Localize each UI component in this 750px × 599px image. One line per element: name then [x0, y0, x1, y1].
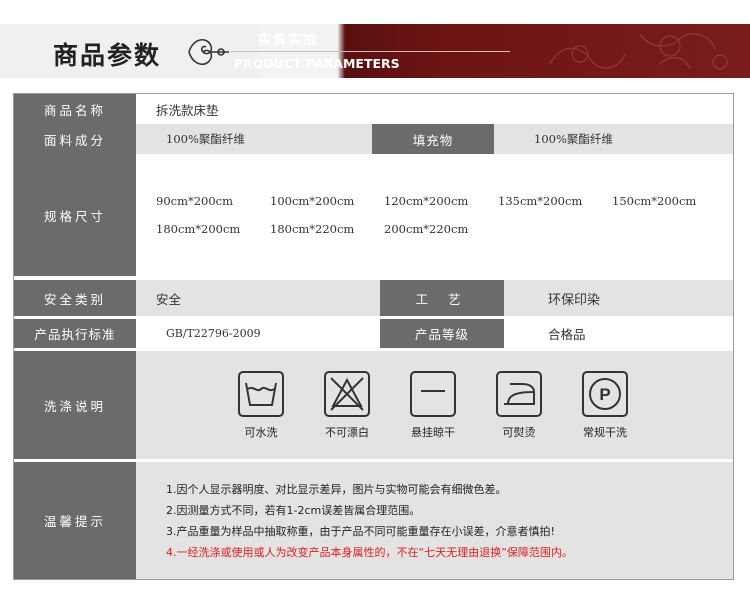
size-item: 120cm*200cm: [384, 194, 469, 208]
dry-clean-icon: P: [582, 370, 628, 417]
notes-panel: 1.因个人显示器明度、对比显示差异，图片与实物可能会有细微色差。 2.因测量方式…: [136, 462, 733, 579]
page-title: 商品参数: [53, 41, 162, 70]
value-standard: GB/T22796-2009: [166, 327, 261, 340]
note-item: 3.产品重量为样品中抽取称重，由于产品不同可能重量存在小误差，介意者慎拍!: [166, 524, 555, 538]
note-item: 2.因测量方式不同，若有1-2cm误差皆属合理范围。: [166, 503, 421, 517]
label-craft: 工 艺: [380, 280, 504, 316]
no-bleach-icon: [324, 370, 370, 417]
label-filling: 填充物: [372, 124, 494, 154]
washable-icon: [238, 370, 284, 417]
label-care: 洗涤说明: [14, 351, 136, 459]
banner-subtitle-cn: 实景实拍: [258, 33, 319, 48]
label-grade: 产品等级: [380, 319, 504, 348]
note-item: 1.因个人显示器明度、对比显示差异，图片与实物可能会有细微色差。: [166, 482, 507, 496]
value-craft: 环保印染: [504, 280, 733, 316]
label-standard: 产品执行标准: [14, 319, 136, 348]
size-item: 180cm*200cm: [156, 222, 241, 236]
size-item: 100cm*200cm: [270, 194, 355, 208]
care-icon-list: 可水洗 不可漂白 悬挂晾干 可熨烫 P 常规干洗: [136, 370, 648, 440]
care-label: 不可漂白: [325, 425, 369, 439]
hang-dry-icon: [410, 370, 456, 417]
care-item: 可水洗: [218, 370, 304, 440]
product-parameters-table: 商品名称 拆洗款床垫 面料成分 100%聚酯纤维 填充物 100%聚酯纤维 规格…: [13, 93, 734, 580]
size-item: 90cm*200cm: [156, 194, 234, 208]
note-item-warning: 4.一经洗涤或使用或人为改变产品本身属性的，不在“七天无理由退换”保障范围内。: [166, 545, 573, 559]
care-label: 常规干洗: [583, 425, 627, 439]
care-item: P 常规干洗: [562, 370, 648, 440]
care-item: 可熨烫: [476, 370, 562, 440]
size-item: 150cm*200cm: [612, 194, 697, 208]
care-label: 悬挂晾干: [411, 425, 455, 439]
label-safety: 安全类别: [14, 280, 136, 316]
value-grade: 合格品: [548, 327, 586, 342]
size-item: 135cm*200cm: [498, 194, 583, 208]
value-fabric: 100%聚酯纤维: [136, 124, 372, 154]
banner-subtitle-en: PRODUCT PARAMETERS: [234, 56, 400, 71]
value-product-name: 拆洗款床垫: [156, 102, 219, 118]
size-list: 90cm*200cm 100cm*200cm 120cm*200cm 135cm…: [136, 154, 733, 276]
value-filling: 100%聚酯纤维: [494, 124, 733, 154]
label-product-name: 商品名称: [14, 94, 136, 124]
label-size: 规格尺寸: [14, 154, 136, 276]
svg-text:P: P: [599, 385, 610, 404]
iron-icon: [496, 370, 542, 417]
label-notes: 温馨提示: [14, 462, 136, 579]
care-item: 悬挂晾干: [390, 370, 476, 440]
header-banner: 商品参数 实景实拍 PRODUCT PARAMETERS: [0, 24, 750, 78]
care-item: 不可漂白: [304, 370, 390, 440]
size-item: 180cm*220cm: [270, 222, 355, 236]
care-panel: 可水洗 不可漂白 悬挂晾干 可熨烫 P 常规干洗: [136, 351, 733, 459]
ornament-icon: [188, 39, 229, 65]
value-safety: 安全: [136, 280, 380, 316]
size-item: 200cm*220cm: [384, 222, 469, 236]
care-label: 可水洗: [244, 425, 278, 439]
care-label: 可熨烫: [502, 425, 536, 439]
label-fabric: 面料成分: [14, 124, 136, 154]
flower-decoration-icon: [549, 33, 728, 70]
